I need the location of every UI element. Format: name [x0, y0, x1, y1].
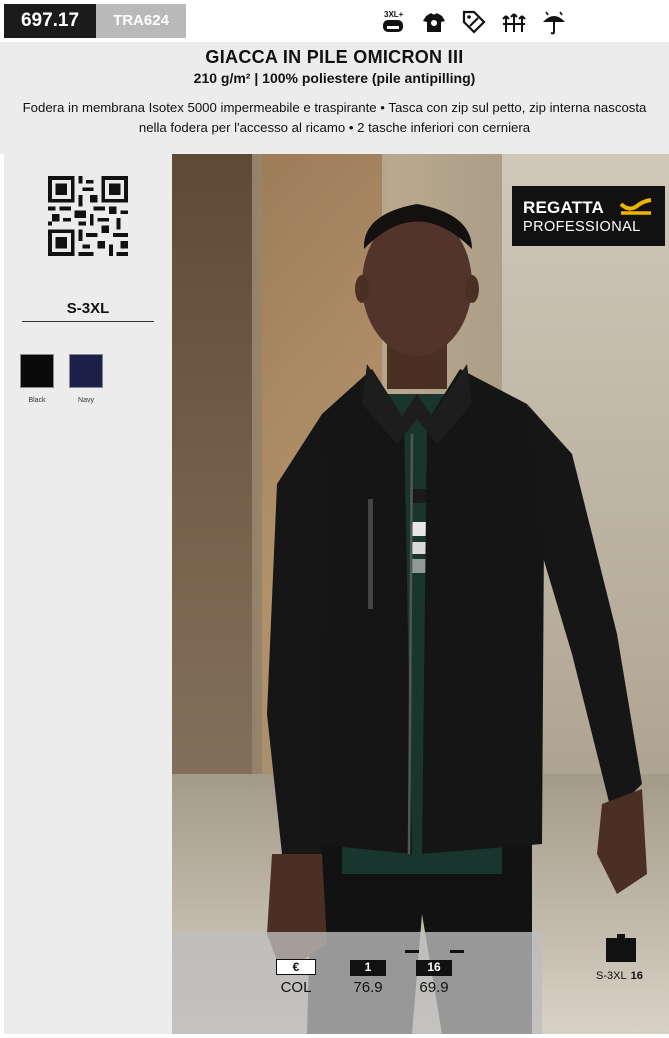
- qr-code-icon: [48, 176, 128, 256]
- color-swatch-navy[interactable]: [69, 354, 103, 388]
- carton-sizes: S-3XL: [596, 970, 627, 982]
- tier-2-qty: 16: [416, 960, 452, 976]
- waterproof-icon: [540, 8, 568, 36]
- currency-value: COL: [280, 979, 312, 996]
- price-panel: € COL 1 76.9 16 69.9: [172, 932, 542, 1034]
- tier-2-bar-left: [405, 950, 419, 953]
- color-label-navy: Navy: [78, 397, 94, 404]
- tier-1-qty: 1: [350, 960, 386, 976]
- product-sku: TRA624: [96, 4, 186, 38]
- product-code: 697.17: [4, 4, 96, 38]
- product-title: GIACCA IN PILE OMICRON III: [205, 47, 464, 67]
- carton-qty: 16: [630, 970, 643, 982]
- carton-note: S-3XL 16: [596, 970, 643, 982]
- size-3xl-plus-text: 3XL+: [384, 10, 404, 19]
- brand-line: PROFESSIONAL: [523, 219, 641, 235]
- price-column-tier-2: 16 69.9: [404, 958, 464, 996]
- brand-logo: REGATTA PROFESSIONAL: [512, 186, 665, 246]
- product-description: Fodera in membrana Isotex 5000 impermeab…: [22, 100, 647, 135]
- brand-name: REGATTA: [523, 198, 605, 217]
- tier-2-price: 69.9: [419, 979, 449, 996]
- price-column-currency: € COL: [266, 958, 326, 996]
- brand-mark-icon: [619, 198, 652, 215]
- currency-box: €: [276, 959, 316, 975]
- top-bar: 697.17 TRA624 3XL+: [0, 0, 669, 42]
- tag-discount-icon: [460, 8, 488, 36]
- model-figure: [267, 204, 647, 1034]
- lightweight-icon: [500, 8, 528, 36]
- product-subtitle: 210 g/m² | 100% poliestere (pile antipil…: [193, 70, 476, 86]
- size-range: S-3XL: [22, 300, 154, 322]
- tshirt-icon: [420, 8, 448, 36]
- size-3xl-plus-icon: 3XL+: [380, 8, 408, 36]
- product-photo: REGATTA PROFESSIONAL € COL 1 76.9 16 69.…: [172, 154, 669, 1034]
- feature-icons: 3XL+: [380, 6, 568, 36]
- footer-line: [0, 1034, 669, 1038]
- tier-2-bar-right: [450, 950, 464, 953]
- carton-icon: [606, 934, 636, 962]
- sidebar: S-3XL Black Navy: [4, 154, 172, 1034]
- product-header: GIACCA IN PILE OMICRON III 210 g/m² | 10…: [0, 42, 669, 154]
- color-swatch-black[interactable]: [20, 354, 54, 388]
- color-label-black: Black: [28, 397, 46, 404]
- price-column-tier-1: 1 76.9: [338, 958, 398, 996]
- tier-1-price: 76.9: [353, 979, 383, 996]
